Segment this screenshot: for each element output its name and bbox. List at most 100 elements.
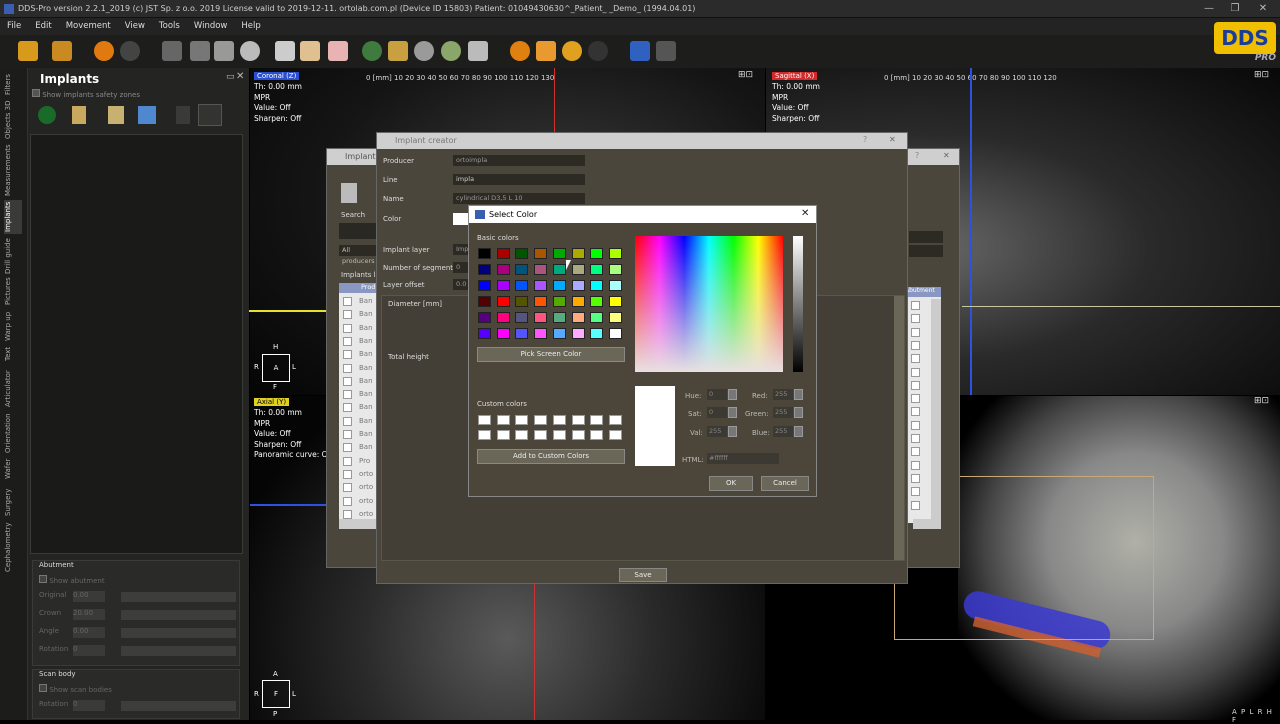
color-swatch[interactable] <box>552 296 566 307</box>
color-swatch[interactable] <box>496 296 510 307</box>
scan-rotation-input[interactable]: 0 <box>73 700 105 711</box>
color-tool-icon[interactable] <box>198 104 222 126</box>
color-swatch[interactable] <box>534 296 548 307</box>
axes-icon[interactable] <box>630 41 650 61</box>
segments-vscroll[interactable] <box>894 296 904 560</box>
menu-edit[interactable]: Edit <box>28 18 58 35</box>
add-to-custom-colors-button[interactable]: Add to Custom Colors <box>477 449 625 464</box>
implant-library-icon[interactable] <box>72 106 86 124</box>
row-checkbox[interactable] <box>343 509 352 519</box>
tab-drill-guide[interactable]: Drill guide <box>4 238 22 274</box>
color-swatch-button[interactable] <box>453 213 469 225</box>
abutment-row-checkbox[interactable] <box>911 367 920 377</box>
hue-saturation-picker[interactable] <box>635 236 783 372</box>
color-swatch[interactable] <box>515 264 529 275</box>
original-slider[interactable] <box>121 592 236 602</box>
html-input[interactable]: #ffffff <box>707 453 779 464</box>
tab-filters[interactable]: Filters <box>4 72 22 98</box>
color-swatch[interactable] <box>608 264 622 275</box>
orientation-cube-top[interactable]: A <box>262 354 290 382</box>
menu-window[interactable]: Window <box>187 18 235 35</box>
val-spin-icon[interactable] <box>728 426 737 437</box>
custom-color-slot[interactable] <box>590 430 604 440</box>
table-header[interactable]: Prod... <box>339 283 382 293</box>
hue-input[interactable]: 0 <box>707 389 727 400</box>
row-checkbox[interactable] <box>343 496 352 506</box>
menu-file[interactable]: File <box>0 18 28 35</box>
pick-screen-color-button[interactable]: Pick Screen Color <box>477 347 625 362</box>
color-swatch[interactable] <box>534 280 548 291</box>
color-swatch[interactable] <box>478 248 491 259</box>
table-row[interactable]: Ban <box>343 310 379 322</box>
tab-cephalometry[interactable]: Cephalometry <box>4 522 22 572</box>
color-swatch[interactable] <box>515 280 529 291</box>
tab-warp-up[interactable]: Warp up <box>4 310 22 342</box>
color-swatch[interactable] <box>608 328 622 339</box>
hue-spin-icon[interactable] <box>728 389 737 400</box>
row-checkbox[interactable] <box>343 323 352 333</box>
tab-wafer[interactable]: Wafer <box>4 456 22 482</box>
color-swatch[interactable] <box>496 280 510 291</box>
implants-dialog-close-icon[interactable]: ✕ <box>943 151 950 160</box>
orientation-cube-bottom[interactable]: F <box>262 680 290 708</box>
color-swatch[interactable] <box>478 296 491 307</box>
color-swatch[interactable] <box>590 296 604 307</box>
color-swatch[interactable] <box>496 328 510 339</box>
red-input[interactable]: 255 <box>773 389 793 400</box>
table-row[interactable]: Ban <box>343 390 379 402</box>
abutment-row-checkbox[interactable] <box>911 407 920 417</box>
reset-icon[interactable] <box>588 41 608 61</box>
sagittal-view-controls-icon[interactable]: ⊞⊡ <box>1254 70 1269 80</box>
implants-list[interactable] <box>30 134 243 554</box>
search-input[interactable] <box>339 223 379 239</box>
color-swatch[interactable] <box>478 280 491 291</box>
menu-tools[interactable]: Tools <box>152 18 187 35</box>
abutment-row-checkbox[interactable] <box>911 420 920 430</box>
row-checkbox[interactable] <box>343 297 352 306</box>
table-row[interactable]: Pro <box>343 456 379 469</box>
tab-measurements[interactable]: Measurements <box>4 144 22 196</box>
row-checkbox[interactable] <box>343 443 352 453</box>
skull-icon[interactable] <box>240 41 260 61</box>
ok-button[interactable]: OK <box>709 476 753 491</box>
abutment-row-checkbox[interactable] <box>911 473 920 483</box>
safety-zones-checkbox[interactable]: Show implants safety zones <box>32 89 140 99</box>
color-swatch[interactable] <box>590 312 604 323</box>
color-swatch[interactable] <box>571 248 585 259</box>
abutment-row-checkbox[interactable] <box>911 314 920 324</box>
show-abutment-checkbox[interactable]: Show abutment <box>39 575 105 585</box>
row-checkbox[interactable] <box>343 310 352 320</box>
custom-color-slot[interactable] <box>478 415 491 425</box>
show-scan-bodies-box[interactable] <box>39 684 47 692</box>
color-swatch[interactable] <box>571 312 585 323</box>
color-swatch[interactable] <box>608 280 622 291</box>
globe-icon[interactable] <box>441 41 461 61</box>
abutment-row-checkbox[interactable] <box>911 340 920 350</box>
row-checkbox[interactable] <box>343 350 352 360</box>
row-checkbox[interactable] <box>343 483 352 493</box>
color-swatch[interactable] <box>608 296 622 307</box>
settings-icon[interactable] <box>656 41 676 61</box>
value-slider[interactable] <box>793 236 803 372</box>
abutment-row-checkbox[interactable] <box>911 394 920 404</box>
zoom-icon[interactable] <box>562 41 582 61</box>
abutment-row-checkbox[interactable] <box>911 301 920 310</box>
implants-table[interactable]: Prod... Ban Ban Ban Ban Ban Ban Ban Ban Ban Ban Ba… <box>339 283 382 523</box>
custom-color-slot[interactable] <box>515 430 529 440</box>
creator-close-icon[interactable]: ✕ <box>889 135 896 144</box>
table-row[interactable]: Ban <box>343 416 379 429</box>
color-swatch[interactable] <box>478 264 491 275</box>
custom-color-slot[interactable] <box>608 415 622 425</box>
move-icon[interactable] <box>536 41 556 61</box>
custom-color-slot[interactable] <box>515 415 529 425</box>
color-swatch[interactable] <box>534 328 548 339</box>
color-swatch[interactable] <box>552 328 566 339</box>
table-row[interactable]: Ban <box>343 430 379 442</box>
rotation-input[interactable]: 0 <box>73 645 105 656</box>
abutment-row-checkbox[interactable] <box>911 354 920 364</box>
layout-icon[interactable] <box>162 41 182 61</box>
abutment-vscroll[interactable] <box>931 299 941 519</box>
color-swatch[interactable] <box>515 296 529 307</box>
color-swatch[interactable] <box>496 264 510 275</box>
angle-slider[interactable] <box>121 628 236 638</box>
